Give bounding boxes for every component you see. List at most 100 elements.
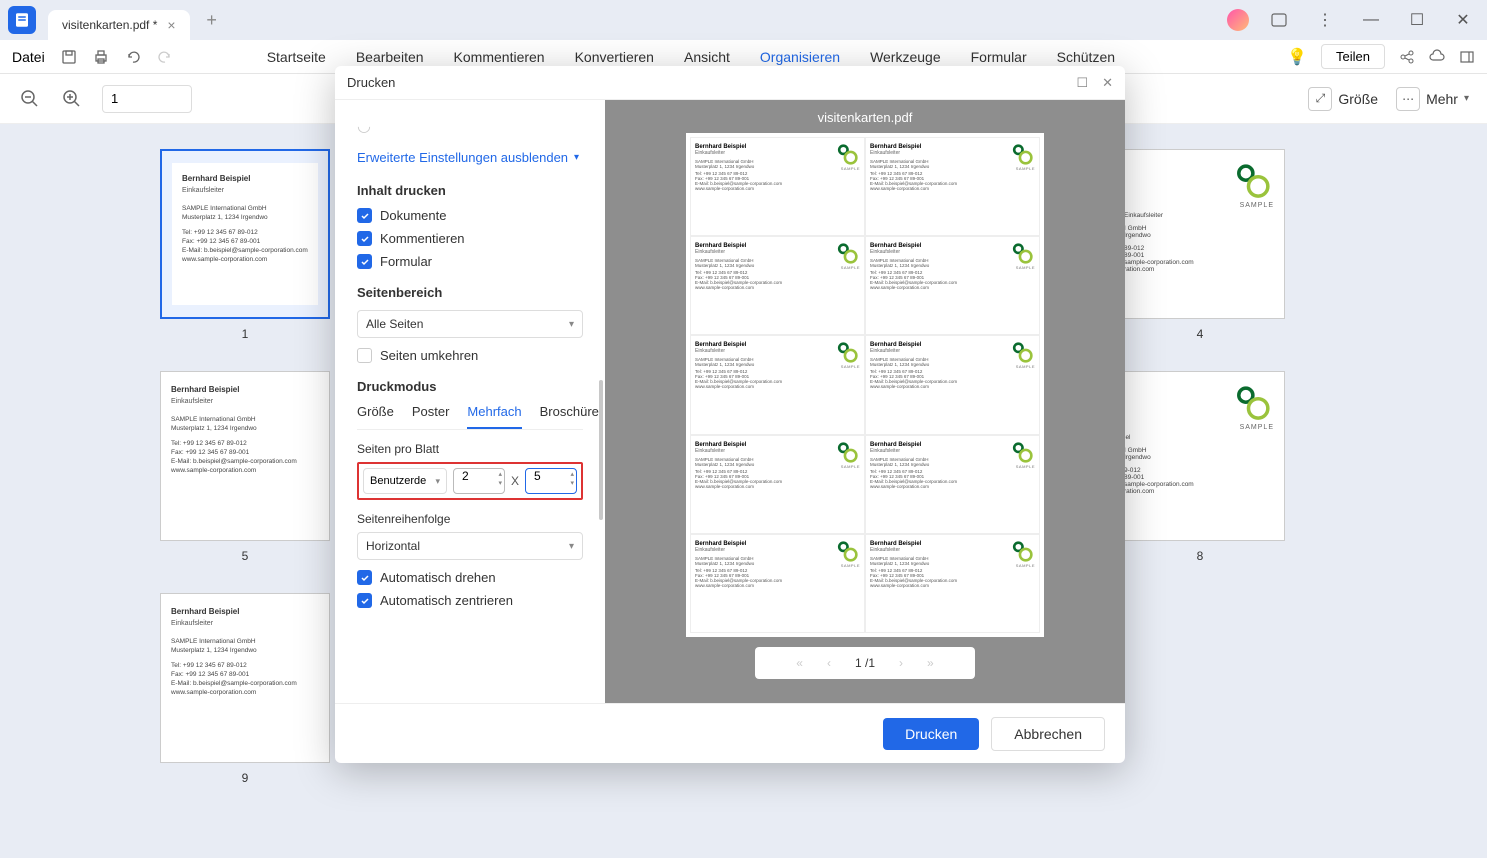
page-range-select[interactable]: Alle Seiten▾ <box>357 310 583 338</box>
dialog-close-icon[interactable]: ✕ <box>1102 75 1113 91</box>
menu-protect[interactable]: Schützen <box>1057 49 1115 65</box>
cancel-button[interactable]: Abbrechen <box>991 717 1105 751</box>
app-logo[interactable] <box>8 6 36 34</box>
close-icon[interactable]: × <box>167 17 175 33</box>
share-button[interactable]: Teilen <box>1321 44 1385 69</box>
thumbnail-1[interactable]: Bernhard Beispiel Einkaufsleiter SAMPLE … <box>160 149 330 319</box>
menu-comment[interactable]: Kommentieren <box>454 49 545 65</box>
pdf-logo-icon <box>13 11 31 29</box>
thumbnail-5[interactable]: Bernhard Beispiel Einkaufsleiter SAMPLE … <box>160 371 330 541</box>
right-thumbnails: SAMPLE Einkaufsleiter I GmbH Irgendwo 89… <box>1115 149 1285 593</box>
spinner-icon[interactable]: ▴▾ <box>570 471 574 488</box>
pages-preset-select[interactable]: Benutzerde▾ <box>363 468 447 494</box>
thumb-number-9: 9 <box>160 771 330 785</box>
menu-start[interactable]: Startseite <box>267 49 326 65</box>
left-thumbnails: Bernhard Beispiel Einkaufsleiter SAMPLE … <box>160 149 330 815</box>
card-address: Musterplatz 1, 1234 Irgendwo <box>182 213 308 222</box>
preview-cell: SAMPLEBernhard BeispielEinkaufsleiterSAM… <box>690 137 865 236</box>
menu-organize[interactable]: Organisieren <box>760 49 840 65</box>
notification-icon[interactable] <box>1263 4 1295 36</box>
avatar[interactable] <box>1227 9 1249 31</box>
card-name: Bernhard Beispiel <box>182 173 308 184</box>
sample-logo-icon <box>1230 160 1274 206</box>
new-tab-button[interactable]: + <box>200 10 224 31</box>
checkbox-form[interactable]: Formular <box>357 254 583 269</box>
cloud-icon[interactable] <box>1429 49 1445 65</box>
thumb-number-4: 4 <box>1115 327 1285 341</box>
dialog-settings-panel: ◡ Erweiterte Einstellungen ausblenden ▾ … <box>335 100 605 703</box>
checkbox-comments[interactable]: Kommentieren <box>357 231 583 246</box>
next-page-icon[interactable]: › <box>899 656 903 670</box>
menu-edit[interactable]: Bearbeiten <box>356 49 424 65</box>
tab-title: visitenkarten.pdf * <box>62 18 157 32</box>
card-company: SAMPLE International GmbH <box>182 204 308 213</box>
collapse-icon[interactable]: ◡ <box>357 116 583 136</box>
prev-page-icon[interactable]: ‹ <box>827 656 831 670</box>
check-icon <box>357 593 372 608</box>
titlebar: visitenkarten.pdf * × + ⋮ — ☐ ✕ <box>0 0 1487 40</box>
save-icon[interactable] <box>61 49 77 65</box>
checkbox-empty-icon <box>357 348 372 363</box>
close-window-icon[interactable]: ✕ <box>1447 4 1479 36</box>
checkbox-documents[interactable]: Dokumente <box>357 208 583 223</box>
card-role: Einkaufsleiter <box>182 186 308 196</box>
menu-tools[interactable]: Werkzeuge <box>870 49 941 65</box>
minimize-icon[interactable]: — <box>1355 4 1387 36</box>
menu-form[interactable]: Formular <box>971 49 1027 65</box>
document-tab[interactable]: visitenkarten.pdf * × <box>48 10 190 40</box>
menu-convert[interactable]: Konvertieren <box>575 49 654 65</box>
preview-pagination: « ‹ 1 /1 › » <box>755 647 975 679</box>
last-page-icon[interactable]: » <box>927 656 934 670</box>
preview-filename: visitenkarten.pdf <box>818 110 913 125</box>
first-page-icon[interactable]: « <box>796 656 803 670</box>
preview-cell: SAMPLEBernhard BeispielEinkaufsleiterSAM… <box>865 137 1040 236</box>
panel-icon[interactable] <box>1459 49 1475 65</box>
menu-view[interactable]: Ansicht <box>684 49 730 65</box>
print-mode-tabs: Größe Poster Mehrfach Broschüre <box>357 404 583 430</box>
columns-input[interactable]: 2▴▾ <box>453 468 505 494</box>
page-order-select[interactable]: Horizontal▾ <box>357 532 583 560</box>
card-email: E-Mail: b.beispiel@sample-corporation.co… <box>182 246 308 255</box>
maximize-icon[interactable]: ☐ <box>1401 4 1433 36</box>
rows-input[interactable]: 5▴▾ <box>525 468 577 494</box>
redo-icon[interactable] <box>157 49 173 65</box>
tab-poster[interactable]: Poster <box>412 404 450 429</box>
tab-size[interactable]: Größe <box>357 404 394 429</box>
thumbnail-9[interactable]: Bernhard Beispiel Einkaufsleiter SAMPLE … <box>160 593 330 763</box>
size-button[interactable]: ⤢ Größe <box>1308 87 1378 111</box>
spinner-icon[interactable]: ▴▾ <box>498 471 502 488</box>
file-menu[interactable]: Datei <box>12 49 45 65</box>
page-number-input[interactable] <box>102 85 192 113</box>
sample-logo-text: SAMPLE <box>1240 202 1274 209</box>
preview-cell: SAMPLEBernhard BeispielEinkaufsleiterSAM… <box>690 534 865 633</box>
share-link-icon[interactable] <box>1399 49 1415 65</box>
tab-multiple[interactable]: Mehrfach <box>467 404 521 429</box>
advanced-settings-link[interactable]: Erweiterte Einstellungen ausblenden ▾ <box>357 150 583 165</box>
checkbox-reverse[interactable]: Seiten umkehren <box>357 348 583 363</box>
preview-cell: SAMPLEBernhard BeispielEinkaufsleiterSAM… <box>690 435 865 534</box>
chevron-down-icon: ▾ <box>569 541 574 552</box>
zoom-in-icon[interactable] <box>60 87 84 111</box>
zoom-out-icon[interactable] <box>18 87 42 111</box>
print-icon[interactable] <box>93 49 109 65</box>
thumbnail-8[interactable]: SAMPLE iel I GmbH Irgendwo 9-012 89-001 … <box>1115 371 1285 541</box>
print-button[interactable]: Drucken <box>883 718 979 750</box>
check-icon <box>357 208 372 223</box>
content-section-title: Inhalt drucken <box>357 183 583 198</box>
preview-cell: SAMPLEBernhard BeispielEinkaufsleiterSAM… <box>690 236 865 335</box>
preview-cell: SAMPLEBernhard BeispielEinkaufsleiterSAM… <box>865 435 1040 534</box>
more-button[interactable]: ⋯ Mehr ▾ <box>1396 87 1469 111</box>
size-label: Größe <box>1338 91 1378 107</box>
undo-icon[interactable] <box>125 49 141 65</box>
card-web: www.sample-corporation.com <box>182 255 308 264</box>
lightbulb-icon[interactable]: 💡 <box>1287 47 1307 67</box>
checkbox-auto-center[interactable]: Automatisch zentrieren <box>357 593 583 608</box>
chevron-down-icon: ▾ <box>435 476 440 487</box>
thumbnail-4[interactable]: SAMPLE Einkaufsleiter I GmbH Irgendwo 89… <box>1115 149 1285 319</box>
check-icon <box>357 570 372 585</box>
tab-brochure[interactable]: Broschüre <box>540 404 599 429</box>
kebab-menu-icon[interactable]: ⋮ <box>1309 4 1341 36</box>
checkbox-auto-rotate[interactable]: Automatisch drehen <box>357 570 583 585</box>
check-icon <box>357 231 372 246</box>
dialog-maximize-icon[interactable]: ☐ <box>1076 75 1088 91</box>
